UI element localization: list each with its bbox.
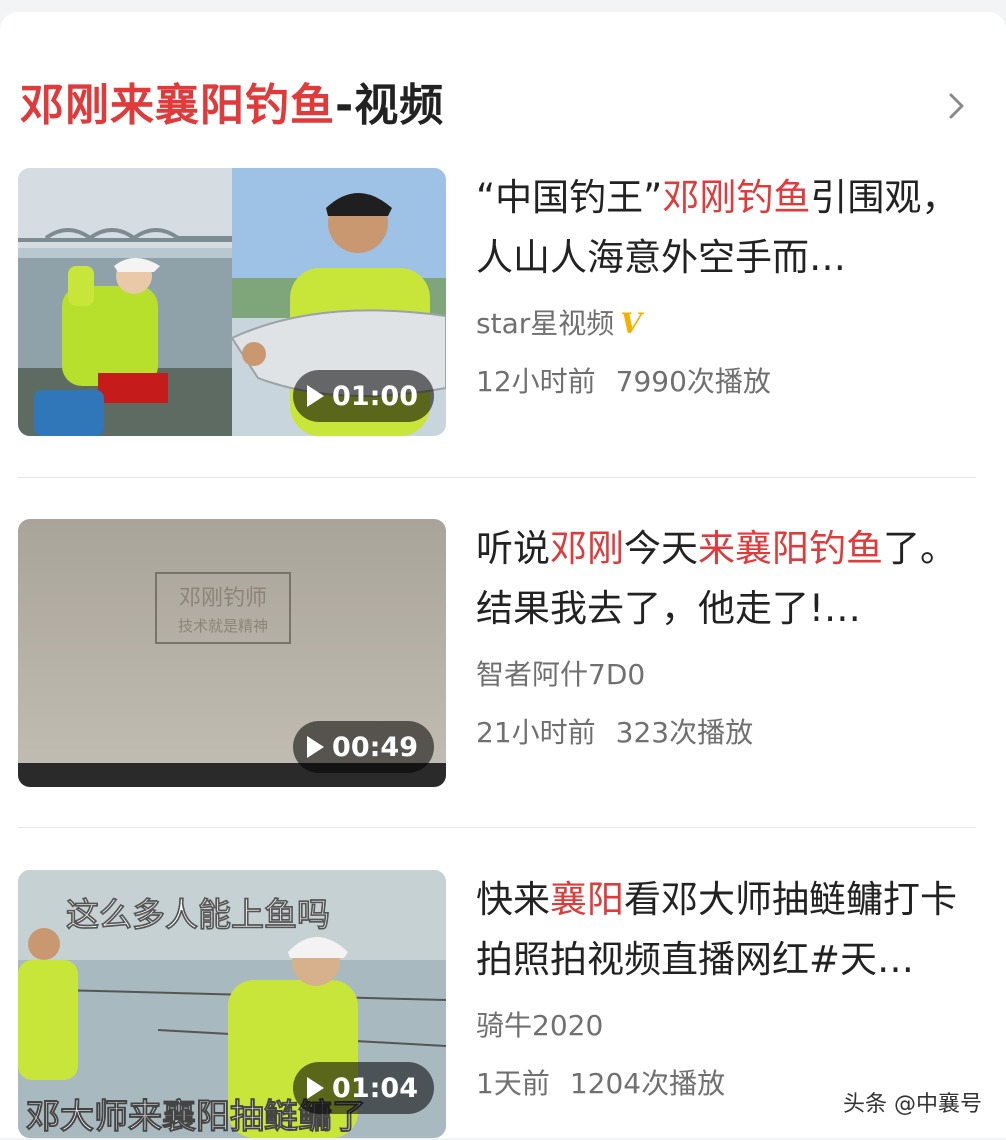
section-title-highlight: 邓刚来襄阳钓鱼 [20, 80, 335, 131]
author-name: 骑牛2020 [476, 1009, 604, 1042]
thumbnail-stamp-line1: 邓刚钓师 [179, 586, 267, 611]
play-icon [307, 736, 325, 758]
divider [18, 827, 976, 828]
publish-time: 12小时前 [476, 365, 596, 398]
video-title[interactable]: 听说邓刚今天来襄阳钓鱼了。结果我去了，他走了!… [476, 519, 976, 639]
video-meta: 21小时前 323次播放 [476, 711, 753, 751]
duration-text: 01:00 [332, 380, 418, 412]
video-title-highlight: 邓刚 [550, 527, 624, 570]
thumbnail-caption-top: 这么多人能上鱼吗 [66, 895, 330, 934]
author-name: star星视频 [476, 307, 615, 340]
play-count: 7990次播放 [615, 365, 771, 398]
video-item[interactable]: 邓刚钓师 技术就是精神 00:49 听说邓刚今天来襄阳钓鱼了。结果我去了，他走了… [18, 519, 976, 789]
video-author[interactable]: star星视频 V [476, 302, 642, 342]
video-title-part: “中国钓王” [476, 176, 663, 219]
duration-badge: 01:04 [293, 1062, 434, 1114]
thumbnail-stamp-line2: 技术就是精神 [178, 617, 268, 635]
section-title-suffix: -视频 [335, 80, 445, 131]
play-count: 1204次播放 [569, 1067, 726, 1100]
duration-badge: 00:49 [293, 721, 434, 773]
video-thumbnail[interactable]: 这么多人能上鱼吗 邓大师来襄阳抽鲢鳙了 01:04 [18, 870, 446, 1138]
publish-time: 21小时前 [476, 716, 596, 749]
duration-badge: 01:00 [293, 370, 434, 422]
video-author[interactable]: 智者阿什7D0 [476, 653, 645, 693]
video-meta: 12小时前 7990次播放 [476, 360, 771, 400]
verified-badge-icon: V [620, 307, 642, 340]
video-item[interactable]: 01:00 “中国钓王”邓刚钓鱼引围观，人山人海意外空手而… star星视频 V … [18, 168, 976, 438]
section-title: 邓刚来襄阳钓鱼-视频 [20, 70, 444, 142]
duration-text: 01:04 [332, 1072, 418, 1104]
video-thumbnail[interactable]: 邓刚钓师 技术就是精神 00:49 [18, 519, 446, 787]
video-title-highlight: 邓刚钓鱼 [662, 176, 811, 219]
video-title-part: 今天 [624, 527, 698, 570]
play-count: 323次播放 [615, 716, 754, 749]
play-icon [307, 1077, 325, 1099]
section-header[interactable]: 邓刚来襄阳钓鱼-视频 [20, 70, 986, 142]
video-meta: 1天前 1204次播放 [476, 1062, 725, 1102]
video-title-highlight: 襄阳 [550, 878, 624, 921]
video-title[interactable]: 快来襄阳看邓大师抽鲢鳙打卡拍照拍视频直播网红#天… [476, 870, 976, 990]
play-icon [307, 385, 325, 407]
video-title[interactable]: “中国钓王”邓刚钓鱼引围观，人山人海意外空手而… [476, 168, 976, 288]
video-item[interactable]: 这么多人能上鱼吗 邓大师来襄阳抽鲢鳙了 01:04 快来襄阳看邓大师抽鲢鳙打卡拍… [18, 870, 976, 1140]
video-title-part: 快来 [476, 878, 550, 921]
chevron-right-icon[interactable] [942, 92, 970, 120]
duration-text: 00:49 [332, 731, 418, 763]
author-name: 智者阿什7D0 [476, 658, 646, 691]
watermark: 头条 @中襄号 [843, 1092, 982, 1117]
publish-time: 1天前 [476, 1067, 550, 1100]
video-thumbnail[interactable]: 01:00 [18, 168, 446, 436]
video-title-highlight: 来襄阳钓鱼 [698, 527, 883, 570]
divider [18, 477, 976, 478]
video-section-card: 邓刚来襄阳钓鱼-视频 01:00 “中国钓王”邓刚钓鱼引围观，人山人海意外空手而… [0, 12, 1006, 1138]
video-title-part: 听说 [476, 527, 550, 570]
video-author[interactable]: 骑牛2020 [476, 1004, 603, 1044]
